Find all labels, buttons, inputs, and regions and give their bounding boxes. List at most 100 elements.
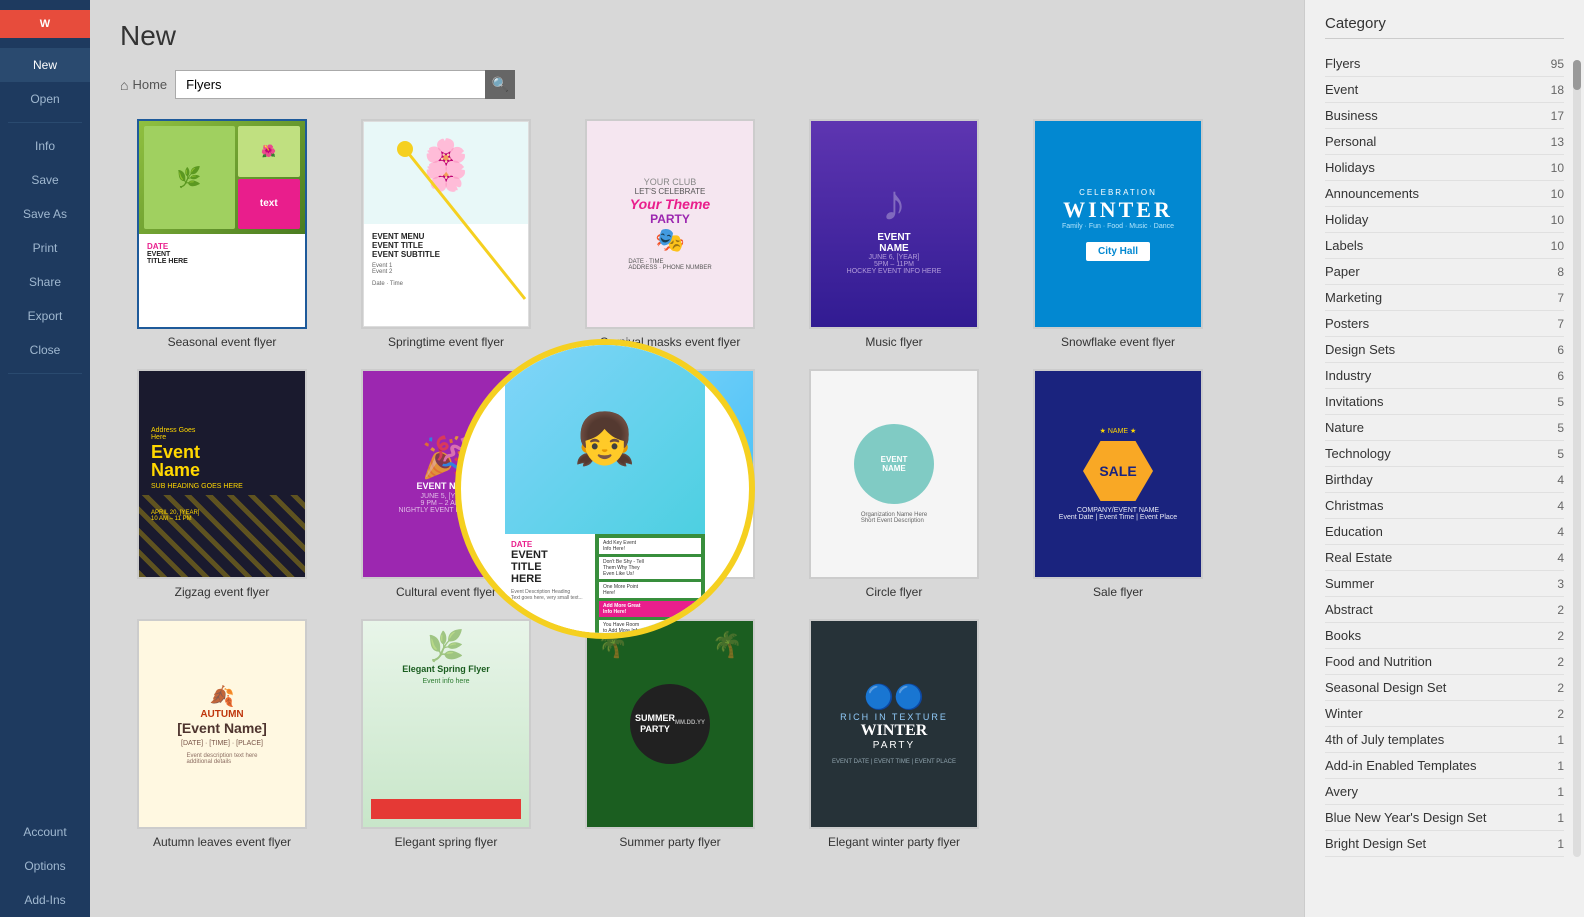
- category-count-4th-july: 1: [1557, 733, 1564, 747]
- category-row-holiday[interactable]: Holiday 10: [1325, 207, 1564, 233]
- category-row-announcements[interactable]: Announcements 10: [1325, 181, 1564, 207]
- category-row-winter[interactable]: Winter 2: [1325, 701, 1564, 727]
- home-link[interactable]: ⌂ Home: [120, 77, 167, 93]
- category-row-birthday[interactable]: Birthday 4: [1325, 467, 1564, 493]
- sidebar-item-account[interactable]: Account: [0, 815, 90, 849]
- category-row-invitations[interactable]: Invitations 5: [1325, 389, 1564, 415]
- circle-event-badge: EVENTNAME: [854, 424, 934, 504]
- category-count-flyers: 95: [1551, 57, 1564, 71]
- template-item-cultural[interactable]: 🎉 EVENT NAME JUNE 5, [YEAR]9 PM – 2 AM N…: [344, 369, 548, 599]
- category-count-paper: 8: [1557, 265, 1564, 279]
- sidebar-item-new[interactable]: New: [0, 48, 90, 82]
- category-label-bright-design-set: Bright Design Set: [1325, 836, 1426, 851]
- category-count-winter: 2: [1557, 707, 1564, 721]
- template-item-autumn[interactable]: 🍂 AUTUMN [Event Name] [DATE] · [TIME] · …: [120, 619, 324, 849]
- template-item-circle[interactable]: EVENTNAME Organization Name HereShort Ev…: [792, 369, 996, 599]
- template-item-elegant-winter[interactable]: 🔵🔵 RICH IN TEXTURE WINTER PARTY EVENT DA…: [792, 619, 996, 849]
- snowflake-winter-title: WINTER: [1063, 197, 1173, 223]
- category-label-posters: Posters: [1325, 316, 1369, 331]
- category-count-industry: 6: [1557, 369, 1564, 383]
- sidebar-item-options[interactable]: Options: [0, 849, 90, 883]
- sidebar-item-close[interactable]: Close: [0, 333, 90, 367]
- category-row-event[interactable]: Event 18: [1325, 77, 1564, 103]
- template-label-seasonal: Seasonal event flyer: [168, 335, 277, 349]
- sidebar-item-info[interactable]: Info: [0, 129, 90, 163]
- cultural-event-image: 🎉: [421, 434, 471, 481]
- category-count-event: 18: [1551, 83, 1564, 97]
- category-count-christmas: 4: [1557, 499, 1564, 513]
- category-label-holidays: Holidays: [1325, 160, 1375, 175]
- sidebar-item-export[interactable]: Export: [0, 299, 90, 333]
- template-thumb-zigzag: Address GoesHere EventName SUB HEADING G…: [137, 369, 307, 579]
- search-input[interactable]: [175, 70, 515, 99]
- category-row-food-nutrition[interactable]: Food and Nutrition 2: [1325, 649, 1564, 675]
- template-item-music[interactable]: ♪ EVENTNAME JUNE 6, [YEAR]5PM – 11PMHOCK…: [792, 119, 996, 349]
- flyer-zigzag-preview: Address GoesHere EventName SUB HEADING G…: [139, 371, 305, 577]
- category-label-add-in-enabled: Add-in Enabled Templates: [1325, 758, 1477, 773]
- template-item-springtime[interactable]: 🌸 EVENT MENUEVENT TITLEEVENT SUBTITLE Ev…: [344, 119, 548, 349]
- category-label-seasonal-design-set: Seasonal Design Set: [1325, 680, 1446, 695]
- category-row-avery[interactable]: Avery 1: [1325, 779, 1564, 805]
- category-row-business[interactable]: Business 17: [1325, 103, 1564, 129]
- scrollbar-thumb[interactable]: [1573, 60, 1581, 90]
- category-row-holidays[interactable]: Holidays 10: [1325, 155, 1564, 181]
- category-count-technology: 5: [1557, 447, 1564, 461]
- category-row-christmas[interactable]: Christmas 4: [1325, 493, 1564, 519]
- autumn-leaf-icon: 🍂: [210, 684, 235, 709]
- category-row-design-sets[interactable]: Design Sets 6: [1325, 337, 1564, 363]
- sidebar-item-open[interactable]: Open: [0, 82, 90, 116]
- sidebar-item-saveas[interactable]: Save As: [0, 197, 90, 231]
- template-item-seasonal[interactable]: 🌿 🌺 text DATE EVENTTITLE HERE Seasonal e…: [120, 119, 324, 349]
- template-item-sale[interactable]: ★ NAME ★ SALE COMPANY/EVENT NAMEEvent Da…: [1016, 369, 1220, 599]
- elegant-event-title: Elegant Spring Flyer: [402, 664, 490, 674]
- category-row-add-in-enabled[interactable]: Add-in Enabled Templates 1: [1325, 753, 1564, 779]
- category-label-christmas: Christmas: [1325, 498, 1384, 513]
- scrollbar-track[interactable]: [1573, 60, 1581, 857]
- template-thumb-circle: EVENTNAME Organization Name HereShort Ev…: [809, 369, 979, 579]
- category-row-books[interactable]: Books 2: [1325, 623, 1564, 649]
- winter-balls-icon: 🔵🔵: [864, 683, 924, 712]
- search-bar: ⌂ Home 🔍: [120, 70, 1274, 99]
- category-row-technology[interactable]: Technology 5: [1325, 441, 1564, 467]
- template-thumb-springtime: 🌸 EVENT MENUEVENT TITLEEVENT SUBTITLE Ev…: [361, 119, 531, 329]
- search-button[interactable]: 🔍: [485, 70, 515, 99]
- category-row-posters[interactable]: Posters 7: [1325, 311, 1564, 337]
- sidebar-item-addins[interactable]: Add-Ins: [0, 883, 90, 917]
- template-item-snowflake[interactable]: Celebration WINTER Family · Fun · Food ·…: [1016, 119, 1220, 349]
- category-count-education: 4: [1557, 525, 1564, 539]
- template-item-elegant-spring[interactable]: 🌿 Elegant Spring Flyer Event info here E…: [344, 619, 548, 849]
- category-row-flyers[interactable]: Flyers 95: [1325, 51, 1564, 77]
- right-panel: Category Flyers 95 Event 18 Business 17 …: [1304, 0, 1584, 917]
- category-row-personal[interactable]: Personal 13: [1325, 129, 1564, 155]
- sidebar-divider-2: [8, 373, 82, 374]
- category-row-paper[interactable]: Paper 8: [1325, 259, 1564, 285]
- cultural-event-name: EVENT NAME: [416, 481, 475, 491]
- category-row-seasonal-design-set[interactable]: Seasonal Design Set 2: [1325, 675, 1564, 701]
- category-row-bright-design-set[interactable]: Bright Design Set 1: [1325, 831, 1564, 857]
- category-row-marketing[interactable]: Marketing 7: [1325, 285, 1564, 311]
- template-item-summer[interactable]: 🌴 🌴 SUMMERPARTYMM.DD.YY Summer party fly…: [568, 619, 772, 849]
- category-row-4th-july[interactable]: 4th of July templates 1: [1325, 727, 1564, 753]
- winter-party-label: PARTY: [873, 740, 915, 751]
- template-label-snowflake: Snowflake event flyer: [1061, 335, 1175, 349]
- flyer-date-label: DATE: [147, 242, 297, 251]
- category-label-flyers: Flyers: [1325, 56, 1360, 71]
- category-row-summer[interactable]: Summer 3: [1325, 571, 1564, 597]
- sidebar-item-save[interactable]: Save: [0, 163, 90, 197]
- category-row-blue-new-years[interactable]: Blue New Year's Design Set 1: [1325, 805, 1564, 831]
- sidebar-item-print[interactable]: Print: [0, 231, 90, 265]
- category-row-nature[interactable]: Nature 5: [1325, 415, 1564, 441]
- category-count-books: 2: [1557, 629, 1564, 643]
- template-thumb-snowflake: Celebration WINTER Family · Fun · Food ·…: [1033, 119, 1203, 329]
- category-row-labels[interactable]: Labels 10: [1325, 233, 1564, 259]
- category-label-avery: Avery: [1325, 784, 1358, 799]
- template-item-zigzag[interactable]: Address GoesHere EventName SUB HEADING G…: [120, 369, 324, 599]
- cultural-event-sub: NIGHTLY EVENT INFO HERE: [399, 507, 494, 514]
- template-item-carnival[interactable]: YOUR CLUB LET'S CELEBRATE Your Theme PAR…: [568, 119, 772, 349]
- category-row-education[interactable]: Education 4: [1325, 519, 1564, 545]
- category-row-industry[interactable]: Industry 6: [1325, 363, 1564, 389]
- template-item-forsale[interactable]: LAWN MOWER FOR SALE (000) 000-0000 Lorem…: [568, 369, 772, 599]
- category-row-real-estate[interactable]: Real Estate 4: [1325, 545, 1564, 571]
- sidebar-item-share[interactable]: Share: [0, 265, 90, 299]
- category-row-abstract[interactable]: Abstract 2: [1325, 597, 1564, 623]
